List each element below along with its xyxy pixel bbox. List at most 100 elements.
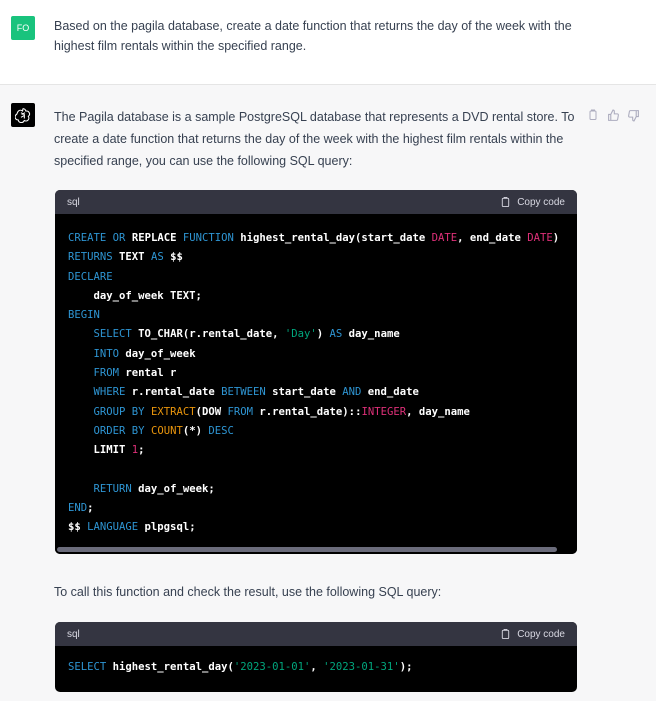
code-token: DECLARE <box>68 270 113 283</box>
scrollbar-thumb[interactable] <box>57 547 557 552</box>
message-actions <box>585 106 647 124</box>
code-token: COUNT <box>150 424 183 437</box>
code-token: 'Day' <box>284 328 317 341</box>
code-token: FROM <box>227 405 254 418</box>
code-token: highest_rental_day(start_date <box>233 232 432 244</box>
code-token: RETURN <box>93 482 132 495</box>
code-line: SELECT TO_CHAR(r.rental_date, 'Day') AS … <box>68 325 564 344</box>
code-language-label: sql <box>67 196 80 208</box>
code-line: LIMIT 1; <box>68 441 564 460</box>
avatar-initials: FO <box>16 23 30 33</box>
code-token: BETWEEN <box>221 386 266 399</box>
code-line: BEGIN <box>68 306 564 325</box>
code-token: GROUP <box>93 405 126 418</box>
code-token: EXTRACT <box>150 405 196 418</box>
code-token: ) <box>316 328 330 341</box>
code-token: day_of_week TEXT; <box>68 289 202 302</box>
code-token: END <box>68 502 88 515</box>
code-token: r.rental_date):: <box>253 405 362 418</box>
user-message-row: FO Based on the pagila database, create … <box>0 0 656 85</box>
thumbs-up-icon[interactable] <box>605 107 621 123</box>
code-token: TEXT <box>112 251 151 264</box>
code-token: ) <box>552 232 560 244</box>
code-token: INTO <box>93 347 120 360</box>
code-line: WHERE r.rental_date BETWEEN start_date A… <box>68 383 564 402</box>
code-header: sql Copy code <box>55 190 577 214</box>
code-token: $$ <box>68 521 88 534</box>
code-token: $$ <box>163 251 183 264</box>
copy-icon[interactable] <box>585 107 601 123</box>
code-line: RETURN day_of_week; <box>68 480 564 499</box>
code-line: day_of_week TEXT; <box>68 287 564 306</box>
clipboard-icon <box>502 628 510 640</box>
code-token: WHERE <box>93 386 126 399</box>
code-line: SELECT highest_rental_day('2023-01-01', … <box>68 658 564 677</box>
code-token: start_date <box>265 386 343 399</box>
user-message-text: Based on the pagila database, create a d… <box>54 19 572 53</box>
clipboard-icon <box>502 196 510 208</box>
code-line: ORDER BY COUNT(*) DESC <box>68 422 564 441</box>
code-token: AND <box>342 386 362 399</box>
code-token: DATE <box>431 232 458 244</box>
code-content: CREATE OR REPLACE FUNCTION highest_renta… <box>55 214 577 538</box>
copy-code-label: Copy code <box>517 196 565 208</box>
horizontal-scrollbar[interactable] <box>55 546 577 554</box>
code-token: ; <box>138 444 145 457</box>
code-token: , end_date <box>457 232 528 244</box>
code-token: CREATE <box>68 232 107 244</box>
avatar: FO <box>11 16 35 40</box>
code-line: INTO day_of_week <box>68 345 564 364</box>
code-token: r.rental_date <box>125 386 222 399</box>
code-token: OR <box>112 232 126 244</box>
code-token: BY <box>131 405 145 418</box>
openai-logo-icon <box>11 103 35 127</box>
assistant-message-row: The Pagila database is a sample PostgreS… <box>0 86 656 701</box>
code-block-function: sql Copy code CREATE OR REPLACE FUNCTION… <box>55 190 577 554</box>
code-token: ; <box>87 502 94 515</box>
code-token: day_name <box>342 328 400 341</box>
code-token: AS <box>150 251 164 264</box>
code-token: (*) <box>182 424 209 437</box>
code-token: BEGIN <box>68 309 100 322</box>
code-line: DECLARE <box>68 268 564 287</box>
code-token: rental r <box>119 367 177 380</box>
code-token: plpgsql; <box>138 521 196 534</box>
code-language-label: sql <box>67 628 80 640</box>
code-token: BY <box>131 424 145 437</box>
code-token: SELECT <box>68 661 107 673</box>
assistant-intro-text: The Pagila database is a sample PostgreS… <box>54 110 575 168</box>
code-token: day_of_week; <box>131 482 215 495</box>
code-token: REPLACE <box>125 232 183 244</box>
code-line: $$ LANGUAGE plpgsql; <box>68 518 564 537</box>
code-token: '2023-01-31' <box>323 661 400 673</box>
assistant-middle-text: To call this function and check the resu… <box>54 585 442 599</box>
copy-code-button[interactable]: Copy code <box>500 196 565 208</box>
code-token: FUNCTION <box>182 232 234 244</box>
code-token: end_date <box>361 386 419 399</box>
thumbs-down-icon[interactable] <box>625 107 641 123</box>
code-line: RETURNS TEXT AS $$ <box>68 248 564 267</box>
code-content: SELECT highest_rental_day('2023-01-01', … <box>55 646 577 677</box>
code-token: , <box>310 661 324 673</box>
code-token: day_of_week <box>119 347 196 360</box>
code-line: CREATE OR REPLACE FUNCTION highest_renta… <box>68 229 564 248</box>
code-token: ORDER <box>93 424 126 437</box>
code-line: FROM rental r <box>68 364 564 383</box>
code-token: DESC <box>208 424 234 437</box>
code-token: INTEGER <box>361 405 407 418</box>
copy-code-button[interactable]: Copy code <box>500 628 565 640</box>
code-token: (DOW <box>195 405 228 418</box>
code-token: SELECT <box>93 328 132 341</box>
code-token: FROM <box>93 367 120 380</box>
code-header: sql Copy code <box>55 622 577 646</box>
code-token: LANGUAGE <box>87 521 139 534</box>
code-token: highest_rental_day( <box>106 661 234 673</box>
code-token: DATE <box>527 232 553 244</box>
